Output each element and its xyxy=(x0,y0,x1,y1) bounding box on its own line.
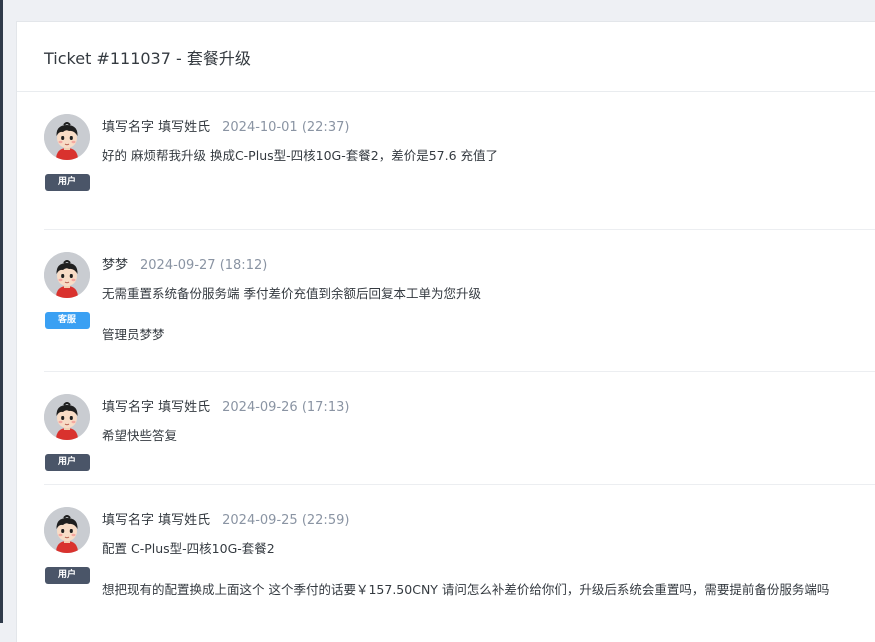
message-item: 用户 填写名字 填写姓氏 2024-10-01 (22:37) 好的 麻烦帮我升… xyxy=(44,92,875,230)
message-item: 用户 填写名字 填写姓氏 2024-09-26 (17:13) 希望快些答复 xyxy=(44,372,875,485)
message-signature: 管理员梦梦 xyxy=(102,327,165,342)
message-date: 2024-09-26 (17:13) xyxy=(222,400,350,415)
avatar-icon xyxy=(44,507,90,553)
message-text: 无需重置系统备份服务端 季付差价充值到余额后回复本工单为您升级 xyxy=(102,286,481,301)
message-item: 用户 填写名字 填写姓氏 2024-09-25 (22:59) 配置 C-Plu… xyxy=(44,485,875,625)
avatar-icon xyxy=(44,114,90,160)
message-date: 2024-09-27 (18:12) xyxy=(140,258,268,273)
ticket-title: Ticket #111037 - 套餐升级 xyxy=(44,48,251,68)
message-author: 填写名字 填写姓氏 xyxy=(102,513,211,528)
avatar-icon xyxy=(44,394,90,440)
ticket-card: Ticket #111037 - 套餐升级 用户 填写名字 填写姓氏 2024-… xyxy=(16,21,875,642)
message-date: 2024-09-25 (22:59) xyxy=(222,513,350,528)
message-author: 梦梦 xyxy=(102,258,129,273)
avatar xyxy=(44,252,90,298)
role-badge: 客服 xyxy=(44,312,90,329)
message-author: 填写名字 填写姓氏 xyxy=(102,120,211,135)
avatar xyxy=(44,114,90,160)
message-date: 2024-10-01 (22:37) xyxy=(222,120,350,135)
message-text: 配置 C-Plus型-四核10G-套餐2 xyxy=(102,541,275,556)
message-item: 客服 梦梦 2024-09-27 (18:12) 无需重置系统备份服务端 季付差… xyxy=(44,230,875,372)
avatar xyxy=(44,507,90,553)
message-text: 好的 麻烦帮我升级 换成C-Plus型-四核10G-套餐2，差价是57.6 充值… xyxy=(102,148,499,163)
avatar xyxy=(44,394,90,440)
message-text: 想把现有的配置换成上面这个 这个季付的话要￥157.50CNY 请问怎么补差价给… xyxy=(102,582,830,597)
ticket-header: Ticket #111037 - 套餐升级 xyxy=(17,22,875,92)
left-sidebar-edge xyxy=(0,0,3,623)
message-text: 希望快些答复 xyxy=(102,428,178,443)
role-badge: 用户 xyxy=(44,454,90,471)
role-badge: 用户 xyxy=(44,567,90,584)
role-badge: 用户 xyxy=(44,174,90,191)
message-author: 填写名字 填写姓氏 xyxy=(102,400,211,415)
avatar-icon xyxy=(44,252,90,298)
message-thread: 用户 填写名字 填写姓氏 2024-10-01 (22:37) 好的 麻烦帮我升… xyxy=(17,92,875,625)
